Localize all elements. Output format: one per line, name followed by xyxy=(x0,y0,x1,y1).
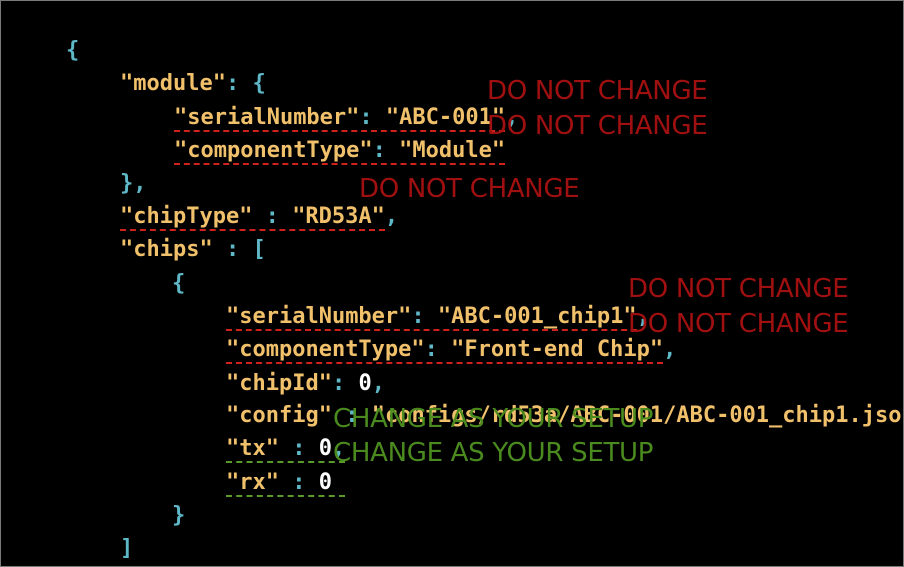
code-line-module-type: "componentType": "Module" xyxy=(121,106,506,165)
module-type-value: "Module" xyxy=(399,138,506,163)
code-line-rx: "rx" : 0 xyxy=(173,438,346,497)
module-type-key: "componentType" xyxy=(173,138,373,163)
annotation-chip-serial: DO NOT CHANGE xyxy=(628,274,849,304)
chips-close: ] xyxy=(119,536,134,561)
rx-colon: : xyxy=(278,470,319,495)
annotation-chip-type: DO NOT CHANGE xyxy=(628,309,849,339)
chiptype-value: "RD53A" xyxy=(292,204,385,229)
chips-colon: : [ xyxy=(212,237,266,262)
code-line-tx: "tx" : 0, xyxy=(173,404,346,463)
code-line-chip-close: } xyxy=(119,471,185,528)
code-line-chipid: "chipId": 0, xyxy=(173,339,385,396)
chiptype-comma: , xyxy=(384,204,399,229)
code-line-chip-type: "componentType": "Front-end Chip", xyxy=(173,305,676,364)
code-screenshot: { "module": { "serialNumber": "ABC-001",… xyxy=(0,0,904,567)
annotation-module-type: DO NOT CHANGE xyxy=(487,111,708,141)
rx-value: 0 xyxy=(318,470,332,495)
code-line-open-brace: { xyxy=(13,6,79,63)
annotation-module-serial: DO NOT CHANGE xyxy=(487,76,708,106)
code-line-chips: "chips" : [ xyxy=(67,205,266,262)
module-type-colon: : xyxy=(372,138,400,163)
annotation-rx: CHANGE AS YOUR SETUP xyxy=(333,438,654,468)
code-line-chip-serial: "serialNumber": "ABC-001_chip1", xyxy=(173,272,650,331)
code-line-config: "config" : "configs/rd53a/ABC-001/ABC-00… xyxy=(173,371,903,428)
annotation-chiptype: DO NOT CHANGE xyxy=(359,174,580,204)
code-line-close-brace: } xyxy=(13,537,79,566)
code-line-module-serial: "serialNumber": "ABC-001", xyxy=(121,73,518,132)
code-line-chip-open: { xyxy=(119,239,185,296)
chip-type-value: "Front-end Chip" xyxy=(451,337,664,362)
module-type-underline: "componentType": "Module" xyxy=(173,138,506,165)
annotation-tx: CHANGE AS YOUR SETUP xyxy=(333,404,654,434)
code-line-chiptype: "chipType" : "RD53A", xyxy=(67,172,398,231)
chip-type-colon: : xyxy=(424,337,452,362)
code-line-chips-close: ] xyxy=(67,504,133,561)
code-line-module-close: }, xyxy=(67,139,147,196)
rx-underline: "rx" : 0 xyxy=(225,470,346,497)
chip-type-comma: , xyxy=(663,337,677,362)
code-line-module: "module": { xyxy=(67,39,266,96)
rx-key: "rx" xyxy=(225,470,279,495)
chip-close: } xyxy=(171,503,186,528)
